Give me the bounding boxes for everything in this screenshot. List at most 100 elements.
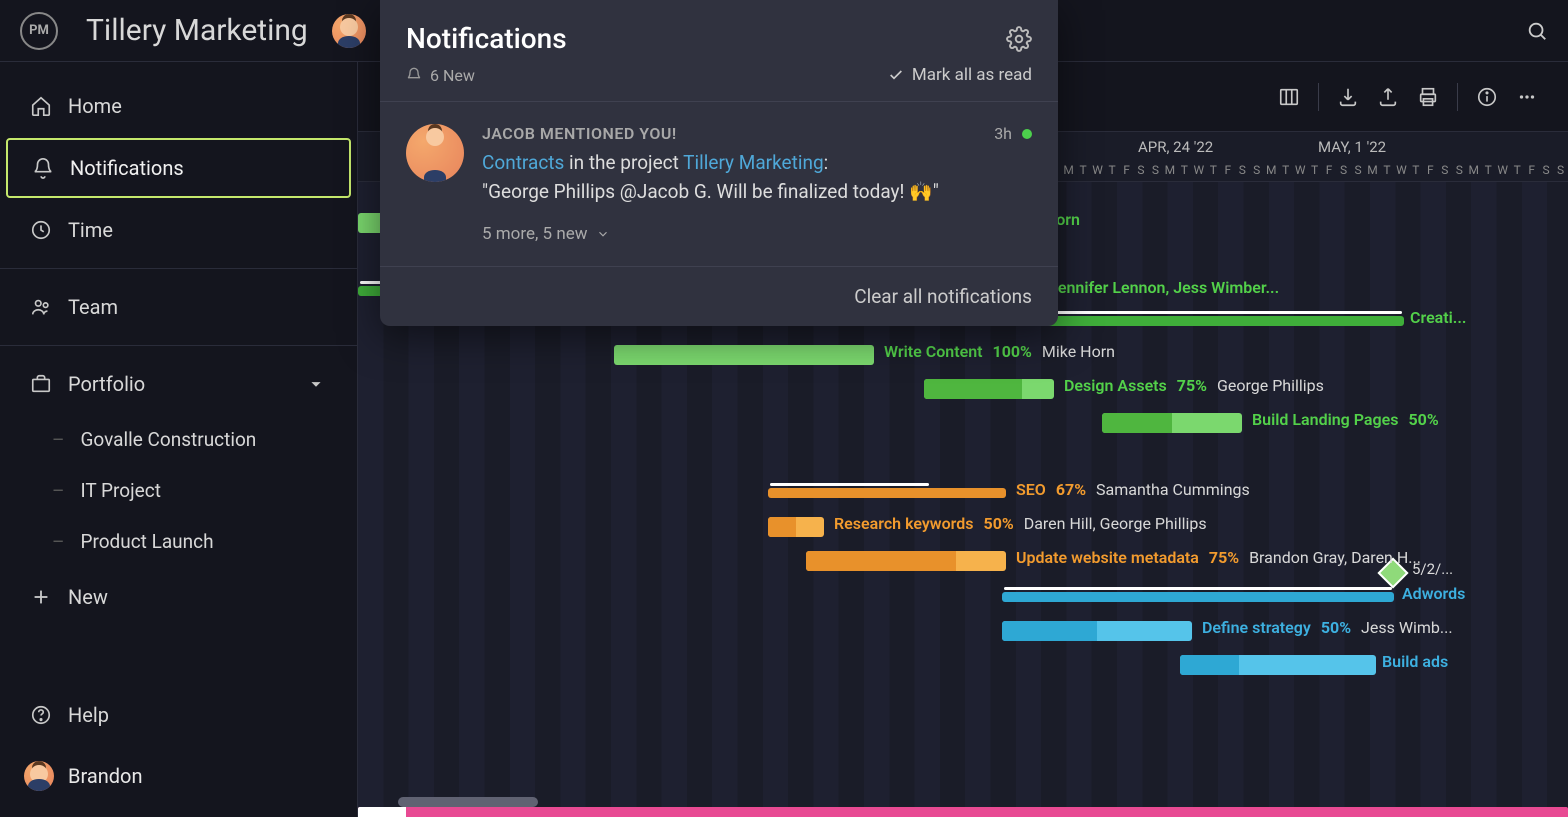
- task-label: Creati...: [1410, 308, 1466, 327]
- nav-label: Portfolio: [68, 372, 145, 396]
- day-label: M: [1264, 163, 1278, 177]
- task-bar[interactable]: [614, 345, 874, 365]
- portfolio-item[interactable]: Govalle Construction: [40, 414, 357, 465]
- gantt-task-row[interactable]: Research keywords50%Daren Hill, George P…: [358, 510, 1568, 544]
- task-label: Build Landing Pages50%: [1252, 410, 1439, 429]
- task-label: Update website metadata75%Brandon Gray, …: [1016, 548, 1421, 567]
- day-label: S: [1134, 163, 1148, 177]
- task-bar[interactable]: [1002, 621, 1192, 641]
- import-icon[interactable]: [1337, 86, 1359, 108]
- nav-help[interactable]: Help: [6, 687, 351, 743]
- task-label: Build ads: [1382, 652, 1448, 671]
- day-label: W: [1293, 163, 1307, 177]
- export-icon[interactable]: [1377, 86, 1399, 108]
- bell-icon: [406, 67, 422, 83]
- nav-notifications[interactable]: Notifications: [6, 138, 351, 198]
- gantt-task-row[interactable]: Build Landing Pages50%: [358, 406, 1568, 440]
- task-label: SEO67%Samantha Cummings: [1016, 480, 1250, 499]
- day-label: W: [1495, 163, 1509, 177]
- nav-label: Team: [68, 295, 118, 319]
- bell-icon: [32, 157, 54, 179]
- day-label: W: [1394, 163, 1408, 177]
- logo[interactable]: PM: [20, 12, 58, 50]
- day-label: S: [1235, 163, 1249, 177]
- columns-icon[interactable]: [1278, 86, 1300, 108]
- day-label: T: [1076, 163, 1090, 177]
- day-label: F: [1423, 163, 1437, 177]
- gear-icon[interactable]: [1006, 26, 1032, 52]
- gantt-task-row[interactable]: Define strategy50%Jess Wimb...: [358, 614, 1568, 648]
- check-icon: [888, 67, 904, 83]
- chevron-down-icon: [596, 227, 610, 241]
- notifications-title: Notifications: [406, 22, 567, 55]
- day-label: S: [1539, 163, 1553, 177]
- task-bar[interactable]: [768, 488, 1006, 498]
- task-label: Research keywords50%Daren Hill, George P…: [834, 514, 1207, 533]
- day-label: T: [1409, 163, 1423, 177]
- gantt-task-row[interactable]: Adwords: [358, 580, 1568, 614]
- search-icon[interactable]: [1526, 20, 1548, 42]
- task-bar[interactable]: [1024, 316, 1404, 326]
- day-label: S: [1250, 163, 1264, 177]
- plus-icon: [30, 586, 52, 608]
- task-bar[interactable]: [1002, 592, 1394, 602]
- notif-avatar-icon: [406, 124, 464, 182]
- task-bar[interactable]: [806, 551, 1006, 571]
- notification-item[interactable]: JACOB MENTIONED YOU! 3h Contracts in the…: [380, 102, 1058, 267]
- summary-bar[interactable]: [358, 807, 1568, 817]
- notif-expand[interactable]: 5 more, 5 new: [482, 224, 1032, 244]
- day-label: W: [1090, 163, 1104, 177]
- nav-label: Home: [68, 94, 122, 118]
- info-icon[interactable]: [1476, 86, 1498, 108]
- header-avatar[interactable]: [332, 14, 366, 48]
- team-icon: [30, 296, 52, 318]
- portfolio-item[interactable]: IT Project: [40, 465, 357, 516]
- day-label: M: [1365, 163, 1379, 177]
- task-label: Define strategy50%Jess Wimb...: [1202, 618, 1453, 637]
- nav-team[interactable]: Team: [6, 279, 351, 335]
- nav-label: Help: [68, 703, 109, 727]
- day-label: F: [1221, 163, 1235, 177]
- task-bar[interactable]: [1180, 655, 1376, 675]
- day-label: T: [1481, 163, 1495, 177]
- print-icon[interactable]: [1417, 86, 1439, 108]
- nav-new[interactable]: New: [6, 569, 351, 625]
- gantt-task-row[interactable]: Build ads: [358, 648, 1568, 682]
- notif-time: 3h: [994, 124, 1012, 143]
- app-title: Tillery Marketing: [86, 13, 308, 48]
- task-bar[interactable]: [924, 379, 1054, 399]
- task-bar[interactable]: [1102, 413, 1242, 433]
- task-label: Design Assets75%George Phillips: [1064, 376, 1324, 395]
- month-label: MAY, 1 '22: [1318, 138, 1386, 156]
- user-avatar-icon: [24, 761, 54, 791]
- current-user[interactable]: Brandon: [0, 745, 357, 807]
- gantt-task-row[interactable]: Update website metadata75%Brandon Gray, …: [358, 544, 1568, 578]
- day-label: T: [1278, 163, 1292, 177]
- day-label: M: [1061, 163, 1075, 177]
- new-count: 6 New: [430, 66, 475, 85]
- notif-heading: JACOB MENTIONED YOU!: [482, 124, 677, 143]
- sidebar: Home Notifications Time Team Portfolio G…: [0, 62, 358, 817]
- clear-all-notifications[interactable]: Clear all notifications: [854, 285, 1032, 308]
- more-icon[interactable]: [1516, 86, 1538, 108]
- nav-home[interactable]: Home: [6, 78, 351, 134]
- day-label: T: [1510, 163, 1524, 177]
- gantt-task-row[interactable]: Design Assets75%George Phillips: [358, 372, 1568, 406]
- gantt-task-row[interactable]: SEO67%Samantha Cummings: [358, 476, 1568, 510]
- day-label: T: [1307, 163, 1321, 177]
- mark-all-read[interactable]: Mark all as read: [888, 65, 1032, 85]
- horizontal-scrollbar[interactable]: [398, 797, 538, 807]
- day-label: S: [1336, 163, 1350, 177]
- gantt-task-row[interactable]: Write Content100%Mike Horn: [358, 338, 1568, 372]
- chevron-down-icon: [305, 373, 327, 395]
- task-bar[interactable]: [768, 517, 824, 537]
- nav-label: New: [68, 585, 108, 609]
- nav-portfolio[interactable]: Portfolio: [6, 356, 351, 412]
- day-label: F: [1524, 163, 1538, 177]
- day-label: T: [1177, 163, 1191, 177]
- nav-label: Notifications: [70, 156, 184, 180]
- nav-time[interactable]: Time: [6, 202, 351, 258]
- portfolio-item[interactable]: Product Launch: [40, 516, 357, 567]
- day-label: M: [1163, 163, 1177, 177]
- day-label: S: [1553, 163, 1567, 177]
